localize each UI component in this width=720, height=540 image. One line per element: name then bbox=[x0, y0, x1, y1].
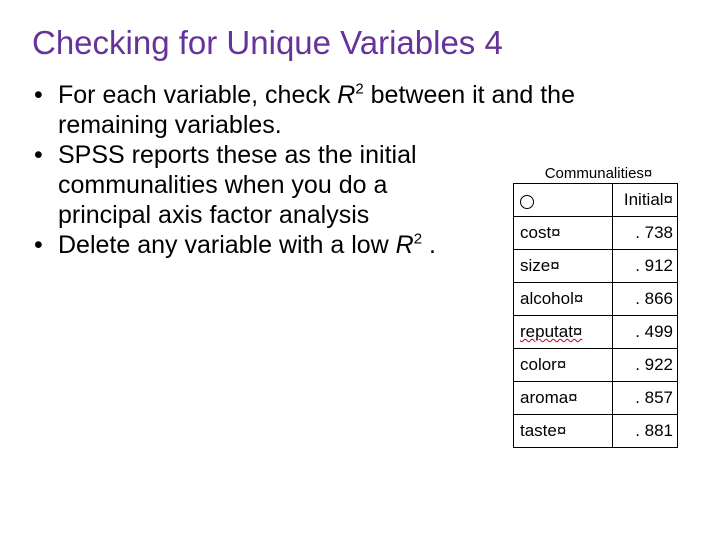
var-value: . 857 bbox=[613, 382, 678, 415]
var-name: color¤ bbox=[514, 349, 613, 382]
r-italic: R bbox=[337, 81, 355, 109]
table-header-blank bbox=[514, 184, 613, 217]
bullet-3-text-post: . bbox=[422, 231, 436, 259]
var-name: taste¤ bbox=[514, 415, 613, 448]
table-title: Communalities¤ bbox=[519, 165, 678, 182]
table-row: alcohol¤ . 866 bbox=[514, 283, 678, 316]
var-name: cost¤ bbox=[514, 217, 613, 250]
var-value: . 866 bbox=[613, 283, 678, 316]
communalities-table: Initial¤ cost¤ . 738 size¤ . 912 alcohol… bbox=[513, 183, 678, 448]
bullet-2: SPSS reports these as the initial commun… bbox=[30, 140, 438, 230]
bullet-1-text-pre: For each variable, check bbox=[58, 81, 337, 109]
table-row: reputat¤ . 499 bbox=[514, 316, 678, 349]
circle-icon bbox=[520, 195, 534, 209]
var-value: . 499 bbox=[613, 316, 678, 349]
table-row: color¤ . 922 bbox=[514, 349, 678, 382]
var-value: . 912 bbox=[613, 250, 678, 283]
table-row: cost¤ . 738 bbox=[514, 217, 678, 250]
squiggle-underline: reputat¤ bbox=[520, 322, 582, 341]
var-name: size¤ bbox=[514, 250, 613, 283]
var-name: reputat¤ bbox=[514, 316, 613, 349]
var-value: . 922 bbox=[613, 349, 678, 382]
r-squared-2: R2 bbox=[396, 231, 422, 259]
r-squared: R2 bbox=[337, 81, 363, 109]
var-value: . 738 bbox=[613, 217, 678, 250]
table-row: aroma¤ . 857 bbox=[514, 382, 678, 415]
communalities-table-wrap: Communalities¤ Initial¤ cost¤ . 738 size… bbox=[513, 165, 678, 448]
table-header-row: Initial¤ bbox=[514, 184, 678, 217]
var-name: alcohol¤ bbox=[514, 283, 613, 316]
r-italic-2: R bbox=[396, 231, 414, 259]
var-value: . 881 bbox=[613, 415, 678, 448]
bullet-3: Delete any variable with a low R2 . bbox=[30, 230, 438, 260]
r-sup: 2 bbox=[355, 81, 363, 98]
var-name: aroma¤ bbox=[514, 382, 613, 415]
r-sup-2: 2 bbox=[414, 231, 422, 248]
bullet-3-text-pre: Delete any variable with a low bbox=[58, 231, 396, 259]
table-row: size¤ . 912 bbox=[514, 250, 678, 283]
bullet-2-text: SPSS reports these as the initial commun… bbox=[58, 141, 417, 229]
table-header-initial: Initial¤ bbox=[613, 184, 678, 217]
bullet-1: For each variable, check R2 between it a… bbox=[30, 80, 690, 140]
table-row: taste¤ . 881 bbox=[514, 415, 678, 448]
slide-title: Checking for Unique Variables 4 bbox=[0, 0, 720, 80]
